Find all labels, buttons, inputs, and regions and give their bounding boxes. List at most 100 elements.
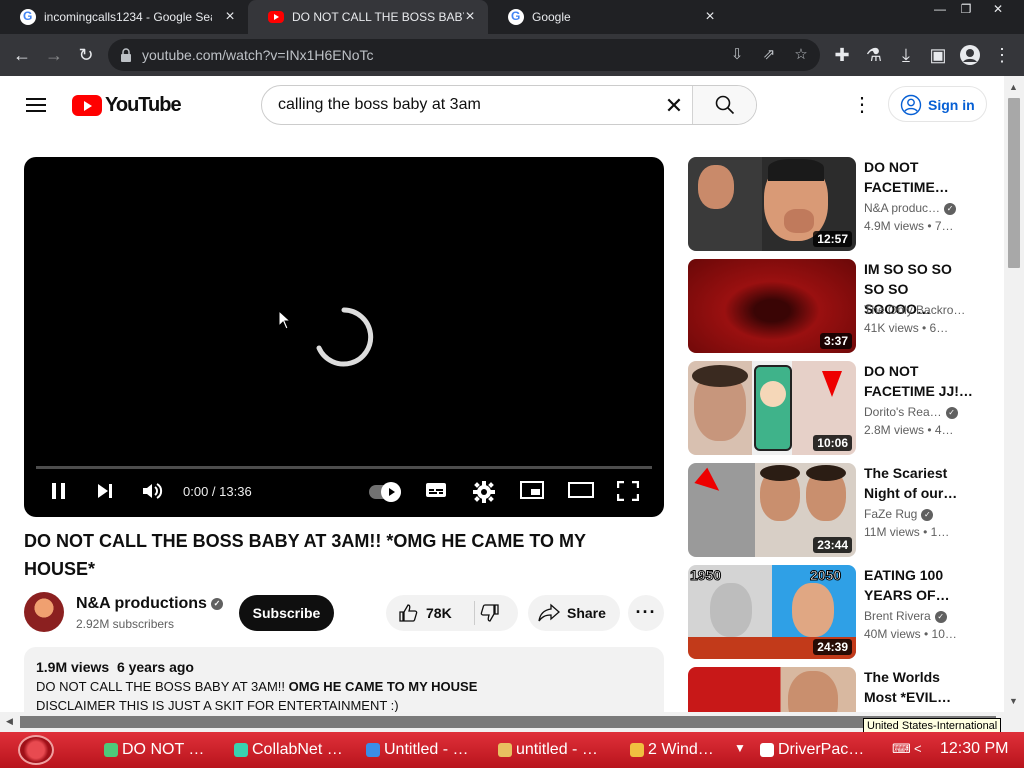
scroll-left-icon[interactable]: ◀ [6, 716, 13, 727]
settings-more-icon[interactable]: ⋮ [852, 94, 872, 116]
lock-icon [121, 48, 131, 62]
scrollbar-thumb[interactable] [20, 716, 996, 728]
description-box[interactable]: 1.9M views 6 years ago DO NOT CALL THE B… [24, 647, 664, 712]
theater-mode-icon[interactable] [568, 481, 594, 503]
thumbnail-text: 2050 [809, 567, 842, 584]
scroll-down-icon[interactable]: ▼ [1009, 696, 1018, 706]
start-button[interactable] [18, 735, 54, 765]
share-page-icon[interactable]: ⇗ [758, 44, 780, 66]
profile-icon[interactable] [958, 43, 982, 67]
url-text: youtube.com/watch?v=INx1H6ENoTc [142, 47, 374, 63]
progress-bar[interactable] [36, 466, 652, 469]
labs-flask-icon[interactable]: ⚗ [862, 43, 886, 67]
related-video[interactable]: 10:06 DO NOT FACETIME JJ!… Dorito's Rea…… [688, 361, 988, 455]
minimize-button[interactable]: — [926, 0, 954, 18]
video-thumbnail[interactable]: 12:57 [688, 157, 856, 251]
related-video[interactable]: 3:37 IM SO SO SO SO SO SOOOO… The Only B… [688, 259, 988, 353]
extensions-icon[interactable]: ✚ [830, 43, 854, 67]
channel-name[interactable]: N&A productions ✓ [76, 595, 223, 613]
video-duration: 10:06 [813, 435, 852, 451]
related-title: EATING 100 YEARS OF… [864, 567, 950, 603]
fullscreen-icon[interactable] [616, 480, 640, 503]
search-box[interactable]: calling the boss baby at 3am ✕ [261, 85, 757, 125]
close-window-button[interactable]: ✕ [984, 0, 1012, 18]
reload-icon[interactable]: ↻ [74, 43, 98, 67]
chrome-icon [234, 743, 248, 757]
dislike-thumb-icon[interactable] [480, 603, 500, 623]
related-meta: 41K views • 6… [864, 321, 949, 335]
close-icon[interactable]: × [462, 9, 478, 25]
related-title: The Scariest Night of our… [864, 465, 958, 501]
taskbar-item[interactable]: DriverPac… [756, 735, 864, 765]
miniplayer-icon[interactable] [520, 481, 544, 503]
search-input[interactable]: calling the boss baby at 3am [278, 96, 481, 114]
close-icon[interactable]: × [222, 9, 238, 25]
search-button[interactable] [692, 86, 756, 124]
channel-avatar[interactable] [24, 592, 64, 632]
clear-search-icon[interactable]: ✕ [662, 94, 686, 118]
vertical-scrollbar[interactable]: ▲ ▼ [1004, 76, 1024, 712]
more-actions-icon[interactable]: ··· [628, 595, 664, 631]
scroll-up-icon[interactable]: ▲ [1009, 82, 1018, 92]
restore-button[interactable]: ❐ [952, 0, 980, 18]
youtube-logo[interactable]: YouTube [72, 94, 182, 116]
taskbar-item[interactable]: DO NOT … [100, 735, 204, 765]
share-button[interactable]: Share [528, 595, 620, 631]
related-video[interactable]: 23:44 The Scariest Night of our… FaZe Ru… [688, 463, 988, 557]
taskbar-item[interactable]: untitled - … [494, 735, 598, 765]
taskbar-item[interactable]: Untitled - … [362, 735, 468, 765]
download-icon[interactable]: ⤓ [894, 43, 918, 67]
like-thumb-icon[interactable] [398, 603, 418, 623]
browser-toolbar: ← → ↻ youtube.com/watch?v=INx1H6ENoTc ⇩ … [0, 34, 1024, 76]
tab-title: incomingcalls1234 - Google Search [44, 10, 212, 24]
bookmark-star-icon[interactable]: ☆ [790, 44, 812, 66]
chrome-menu-icon[interactable]: ⋮ [990, 43, 1014, 67]
chevron-down-icon[interactable]: ▼ [734, 741, 746, 755]
settings-gear-icon[interactable] [472, 481, 496, 503]
verified-check-icon: ✓ [210, 597, 223, 610]
related-meta: 40M views • 10… [864, 627, 957, 641]
related-video[interactable]: 1950 2050 24:39 EATING 100 YEARS OF… Bre… [688, 565, 988, 659]
side-panel-icon[interactable]: ▣ [926, 43, 950, 67]
video-thumbnail[interactable]: 3:37 [688, 259, 856, 353]
related-video[interactable]: The Worlds Most *EVIL… [688, 667, 988, 712]
video-player[interactable]: 0:00 / 13:36 [24, 157, 664, 517]
like-count[interactable]: 78K [426, 605, 452, 621]
related-meta: 11M views • 1… [864, 525, 950, 539]
subtitles-icon[interactable] [424, 481, 448, 503]
keyboard-icon[interactable]: ⌨ [892, 741, 911, 757]
autoplay-toggle[interactable] [369, 482, 401, 502]
next-video-icon[interactable] [94, 481, 116, 503]
install-app-icon[interactable]: ⇩ [726, 44, 748, 66]
video-thumbnail[interactable]: 1950 2050 24:39 [688, 565, 856, 659]
address-bar[interactable]: youtube.com/watch?v=INx1H6ENoTc ⇩ ⇗ ☆ [108, 39, 820, 71]
related-video[interactable]: 12:57 DO NOT FACETIME… N&A produc… ✓ 4.9M… [688, 157, 988, 251]
thumbnail-text: 1950 [689, 567, 722, 584]
tab-youtube-video[interactable]: DO NOT CALL THE BOSS BABY AT 3 × [248, 0, 488, 34]
taskbar-item[interactable]: CollabNet … [230, 735, 343, 765]
taskbar-item[interactable]: 2 Wind… [626, 735, 714, 765]
account-icon [900, 94, 922, 116]
video-thumbnail[interactable]: 10:06 [688, 361, 856, 455]
share-arrow-icon [538, 603, 560, 622]
folder-icon [630, 743, 644, 757]
related-channel: The Only Backro… [864, 303, 966, 317]
menu-icon[interactable] [26, 98, 46, 112]
verified-check-icon: ✓ [945, 406, 958, 419]
tab-google-search[interactable]: incomingcalls1234 - Google Search × [0, 0, 248, 34]
back-arrow-icon[interactable]: ← [10, 43, 34, 67]
related-title: The Worlds Most *EVIL… [864, 669, 952, 705]
notepad-icon [366, 743, 380, 757]
volume-icon[interactable] [140, 481, 164, 503]
subscribe-button[interactable]: Subscribe [239, 595, 334, 631]
video-thumbnail[interactable] [688, 667, 856, 712]
sign-in-button[interactable]: Sign in [888, 86, 987, 122]
tab-google[interactable]: Google × [488, 0, 728, 34]
video-thumbnail[interactable]: 23:44 [688, 463, 856, 557]
taskbar-clock[interactable]: 12:30 PM [940, 740, 1008, 758]
tray-chevron-icon[interactable]: < [914, 741, 922, 756]
pause-icon[interactable] [48, 481, 70, 503]
forward-arrow-icon[interactable]: → [42, 43, 66, 67]
scrollbar-thumb[interactable] [1008, 98, 1020, 268]
close-icon[interactable]: × [702, 9, 718, 25]
